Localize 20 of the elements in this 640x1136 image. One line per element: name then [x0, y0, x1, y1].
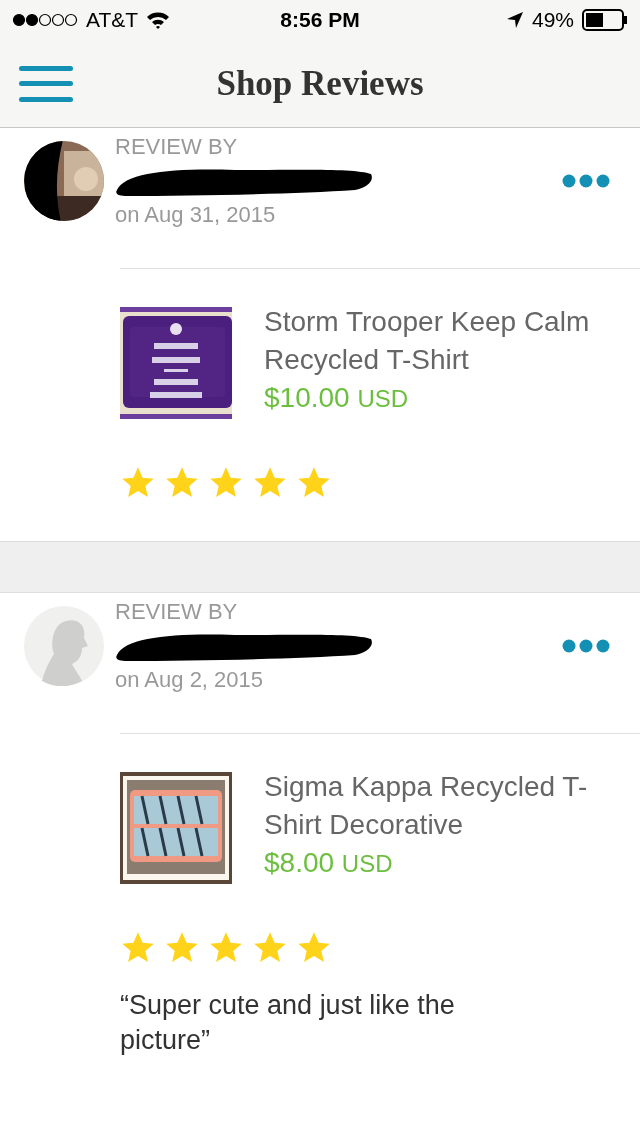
more-icon[interactable]	[562, 639, 610, 653]
product-title[interactable]: Sigma Kappa Recycled T-Shirt Decorative	[264, 768, 594, 844]
review-date: on Aug 2, 2015	[115, 667, 265, 693]
signal-icon	[12, 13, 78, 27]
review-text: “Super cute and just like the picture”	[120, 989, 456, 1057]
battery-icon	[582, 9, 628, 31]
product-title[interactable]: Storm Trooper Keep Calm Recycled T-Shirt	[264, 303, 594, 379]
review-by-label: REVIEW BY	[115, 599, 239, 625]
page-title: Shop Reviews	[216, 63, 424, 103]
product-price: $10.00 USD	[264, 381, 410, 415]
more-icon[interactable]	[562, 174, 610, 188]
review-by-label: REVIEW BY	[115, 134, 239, 160]
carrier-label: AT&T	[86, 8, 139, 32]
battery-percentage: 49%	[531, 8, 574, 32]
menu-icon[interactable]	[18, 63, 74, 104]
location-arrow-icon	[505, 11, 524, 29]
product-price: $8.00 USD	[264, 846, 394, 880]
review-date: on Aug 31, 2015	[115, 202, 277, 228]
wifi-icon	[146, 11, 171, 29]
status-time: 8:56 PM	[280, 8, 360, 32]
